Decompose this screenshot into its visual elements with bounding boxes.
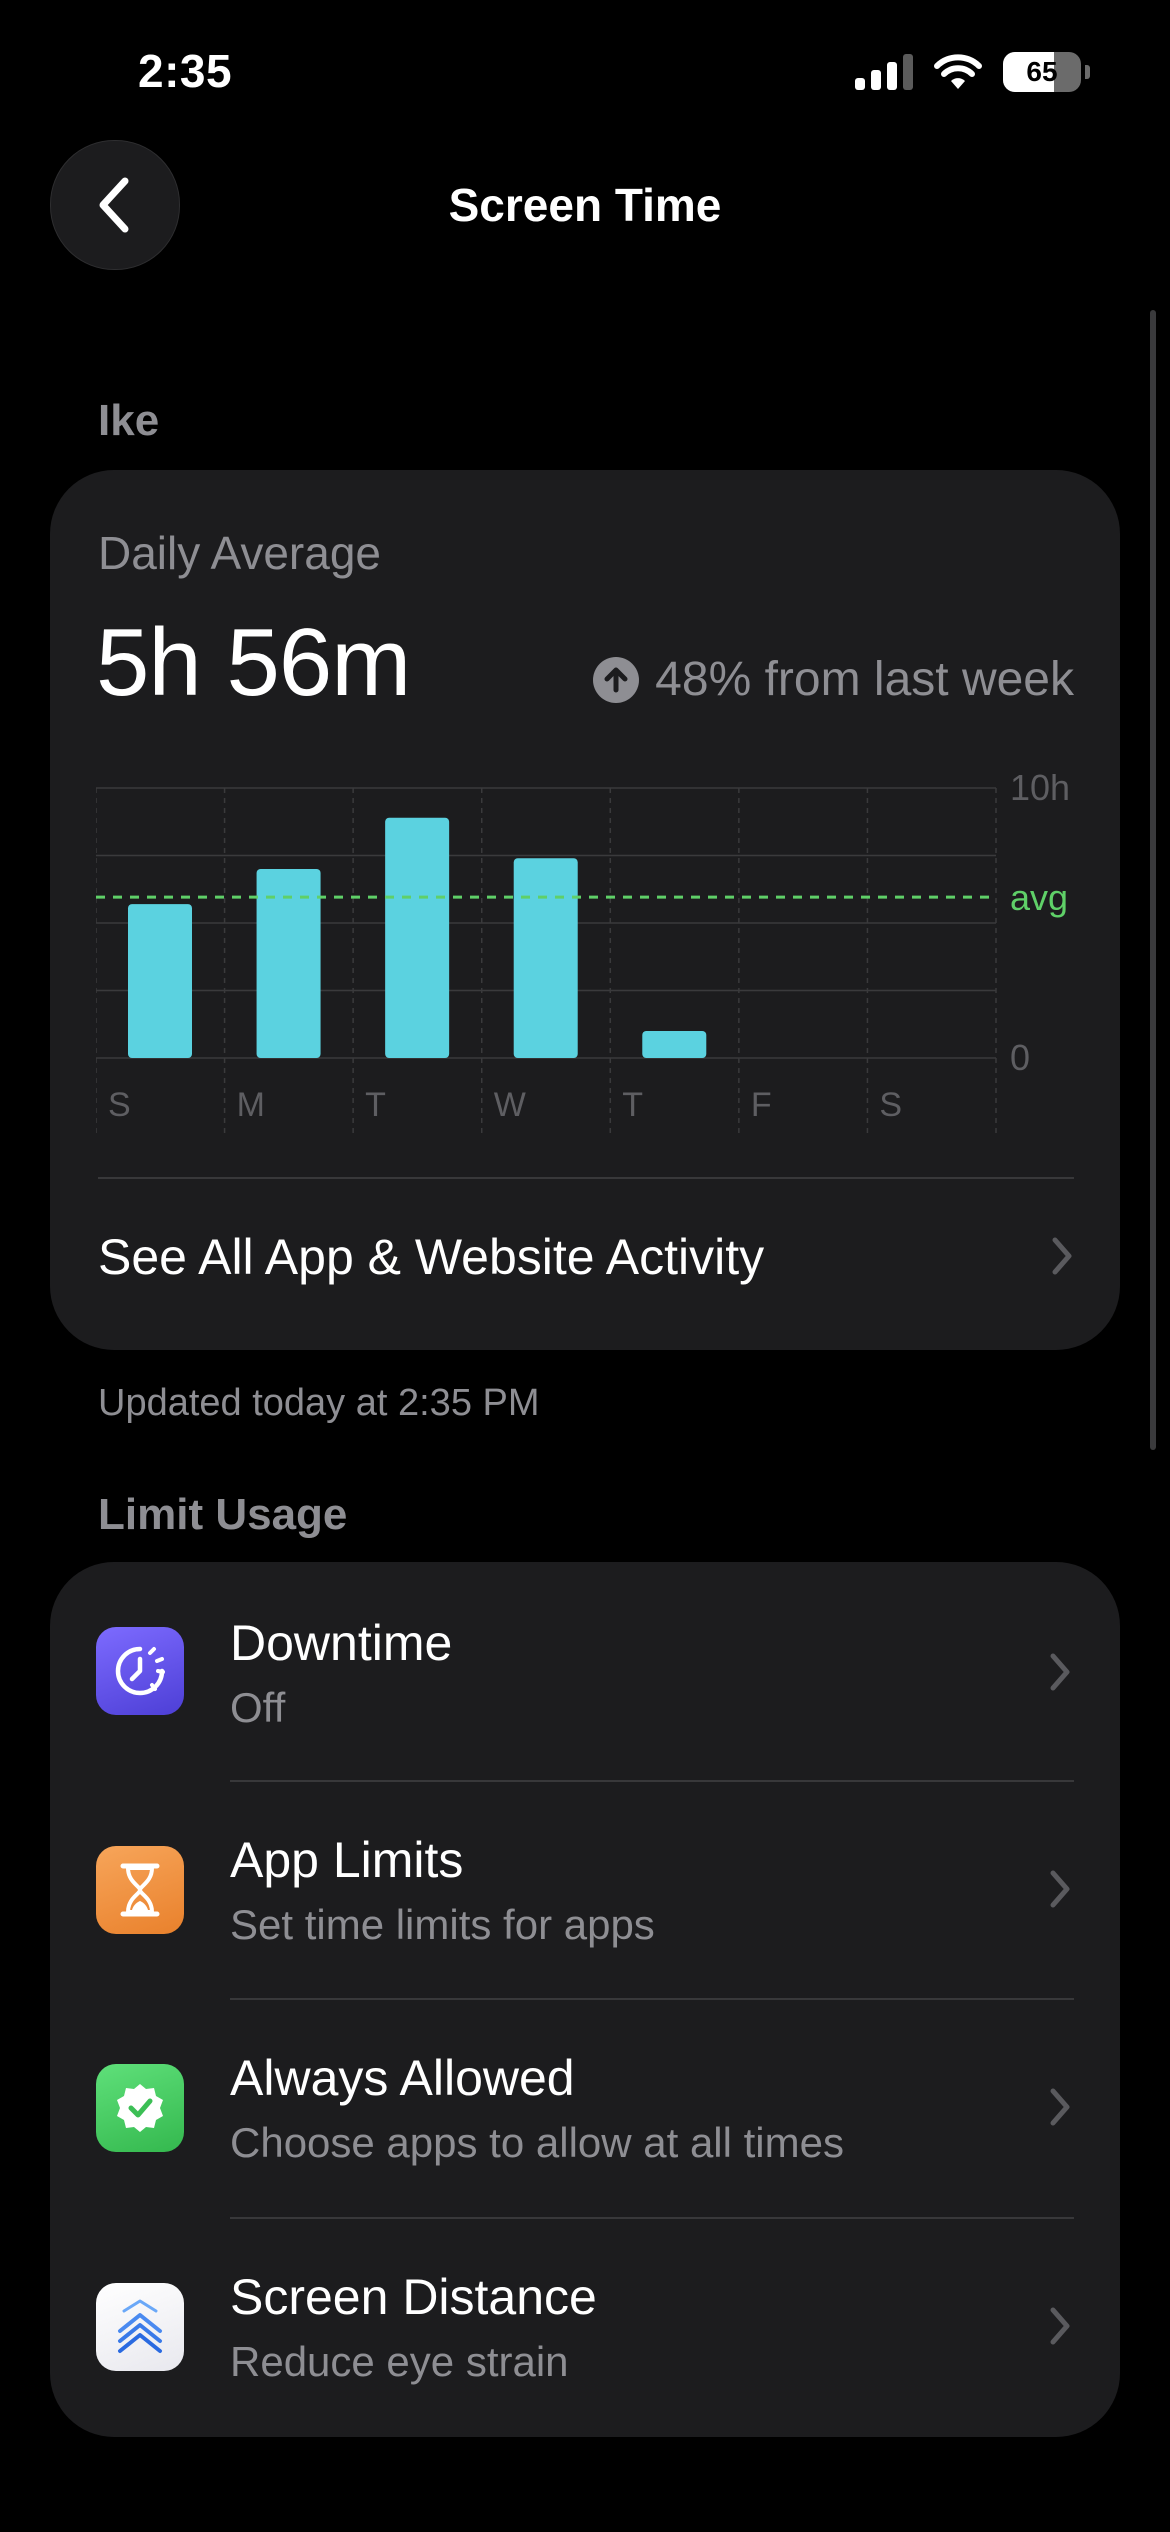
chart-day-label: S [879, 1086, 902, 1124]
see-all-activity-link[interactable]: See All App & Website Activity [98, 1228, 1074, 1286]
chart-y-zero-label: 0 [1010, 1037, 1030, 1078]
daily-average-value: 5h 56m [96, 609, 411, 716]
app-limits-subtitle: Set time limits for apps [230, 1901, 655, 1948]
chevron-right-icon [1050, 2307, 1070, 2345]
screen-distance-subtitle: Reduce eye strain [230, 2338, 569, 2385]
downtime-icon [96, 1627, 184, 1715]
weekly-change: 48% from last week [593, 652, 1074, 707]
chart-bar [642, 1031, 707, 1058]
weekly-change-text: 48% from last week [655, 653, 1074, 706]
limit-row-screen-distance[interactable]: Screen Distance Reduce eye strain [50, 2218, 1120, 2437]
limit-row-always-allowed[interactable]: Always Allowed Choose apps to allow at a… [50, 1999, 1120, 2218]
daily-usage-chart[interactable]: S M T W T F S 10h avg 0 [96, 770, 1076, 1140]
chevron-right-icon [1052, 1237, 1072, 1275]
chart-bar [385, 817, 450, 1058]
chart-day-label: T [365, 1086, 386, 1124]
checkmark-badge-icon [96, 2064, 184, 2152]
status-time: 2:35 [138, 45, 233, 97]
battery-level: 65 [1026, 56, 1058, 87]
chart-day-label: M [237, 1086, 265, 1124]
scrollbar[interactable] [1150, 310, 1156, 1450]
daily-average-label: Daily Average [98, 527, 381, 579]
chart-day-label: T [622, 1086, 643, 1124]
card-divider [98, 1177, 1074, 1179]
chart-y-max-label: 10h [1010, 770, 1070, 808]
wifi-icon [934, 54, 982, 89]
see-all-activity-label: See All App & Website Activity [98, 1229, 765, 1285]
user-section-label: Ike [98, 396, 160, 445]
cellular-signal-icon [855, 54, 913, 90]
hourglass-icon [96, 1846, 184, 1934]
chevron-right-icon [1050, 1870, 1070, 1908]
updated-timestamp: Updated today at 2:35 PM [98, 1382, 540, 1424]
downtime-title: Downtime [230, 1615, 453, 1671]
downtime-subtitle: Off [230, 1684, 286, 1731]
screen-distance-icon [96, 2283, 184, 2371]
chart-bar [513, 858, 578, 1058]
arrow-up-circle-icon [593, 656, 640, 703]
chevron-right-icon [1050, 2088, 1070, 2126]
chart-day-label: S [108, 1086, 131, 1124]
limit-usage-label: Limit Usage [98, 1490, 348, 1539]
chart-average-label: avg [1010, 877, 1068, 918]
chevron-right-icon [1050, 1653, 1070, 1691]
chart-bar [128, 904, 192, 1058]
page-title: Screen Time [448, 179, 722, 231]
always-allowed-subtitle: Choose apps to allow at all times [230, 2119, 844, 2166]
chart-day-label: W [494, 1086, 526, 1124]
limit-row-downtime[interactable]: Downtime Off [50, 1562, 1120, 1781]
battery-icon: 65 [1003, 52, 1081, 92]
status-icons: 65 [855, 52, 1090, 92]
limit-row-app-limits[interactable]: App Limits Set time limits for apps [50, 1781, 1120, 1999]
battery-cap [1085, 65, 1090, 79]
screen-distance-title: Screen Distance [230, 2269, 597, 2325]
app-limits-title: App Limits [230, 1832, 464, 1888]
always-allowed-title: Always Allowed [230, 2050, 575, 2106]
chart-day-label: F [751, 1086, 772, 1124]
